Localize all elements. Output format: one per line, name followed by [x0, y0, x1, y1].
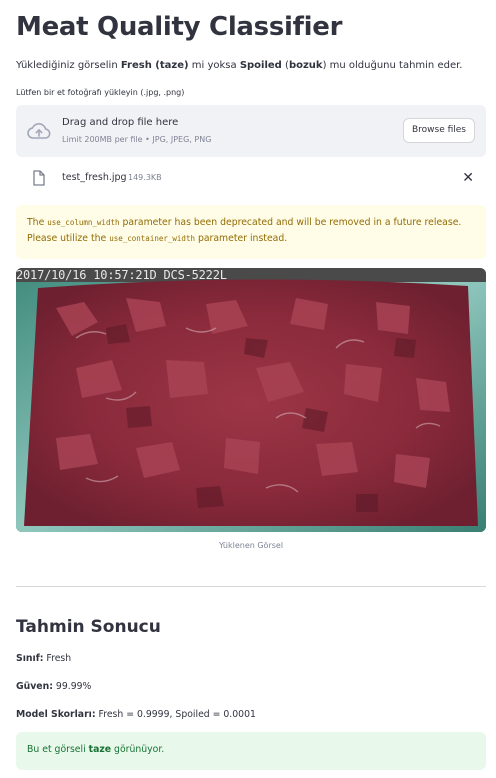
page-title: Meat Quality Classifier	[16, 12, 343, 42]
class-value: Fresh	[43, 653, 72, 664]
class-label: Sınıf:	[16, 653, 44, 664]
success-bold: taze	[88, 744, 112, 755]
divider	[16, 586, 486, 587]
result-class: Sınıf: Fresh	[16, 653, 71, 664]
intro-part: (	[281, 60, 289, 71]
confidence-label: Güven:	[16, 681, 53, 692]
warning-part: parameter instead.	[194, 233, 288, 244]
uploader-label: Lütfen bir et fotoğrafı yükleyin (.jpg, …	[16, 88, 185, 97]
uploaded-file-row: test_fresh.jpg 149.3KB ✕	[16, 164, 486, 192]
file-size: 149.3KB	[128, 173, 162, 182]
file-dropzone[interactable]: Drag and drop file here Limit 200MB per …	[16, 105, 486, 157]
warning-code: use_container_width	[109, 234, 195, 243]
warning-part: The	[27, 217, 48, 228]
success-alert: Bu et görseli taze görünüyor.	[16, 732, 486, 770]
intro-fresh: Fresh (taze)	[120, 60, 189, 71]
intro-part: ) mu olduğunu tahmin eder.	[322, 60, 463, 71]
intro-bozuk: bozuk	[288, 60, 323, 71]
intro-text: Yüklediğiniz görselin Fresh (taze) mi yo…	[16, 60, 462, 71]
success-part: görünüyor.	[111, 744, 165, 755]
intro-part: mi yoksa	[188, 60, 240, 71]
cloud-upload-icon	[27, 123, 51, 139]
image-caption: Yüklenen Görsel	[218, 541, 284, 550]
warning-text: The use_column_width parameter has been …	[27, 215, 479, 247]
uploaded-meat-image: 2017/10/16 10:57:21D DCS-5222L	[16, 268, 486, 532]
meat-photo-illustration	[16, 268, 486, 532]
remove-file-icon[interactable]: ✕	[462, 170, 474, 186]
deprecation-warning: The use_column_width parameter has been …	[16, 205, 486, 259]
dropzone-limit: Limit 200MB per file • JPG, JPEG, PNG	[62, 135, 212, 144]
success-part: Bu et görseli	[27, 744, 89, 755]
file-icon	[33, 170, 45, 186]
result-heading: Tahmin Sonucu	[16, 617, 161, 637]
scores-label: Model Skorları:	[16, 709, 96, 720]
confidence-value: 99.99%	[52, 681, 92, 692]
result-scores: Model Skorları: Fresh = 0.9999, Spoiled …	[16, 709, 256, 720]
intro-part: Yüklediğiniz görselin	[16, 60, 121, 71]
dropzone-title: Drag and drop file here	[62, 117, 179, 128]
scores-value: Fresh = 0.9999, Spoiled = 0.0001	[95, 709, 256, 720]
result-confidence: Güven: 99.99%	[16, 681, 91, 692]
success-text: Bu et görseli taze görünüyor.	[27, 744, 164, 755]
browse-files-button[interactable]: Browse files	[402, 118, 475, 143]
file-name: test_fresh.jpg	[62, 172, 127, 183]
warning-code: use_column_width	[47, 218, 120, 227]
intro-spoiled: Spoiled	[239, 60, 282, 71]
image-timestamp: 2017/10/16 10:57:21D DCS-5222L	[16, 268, 227, 282]
